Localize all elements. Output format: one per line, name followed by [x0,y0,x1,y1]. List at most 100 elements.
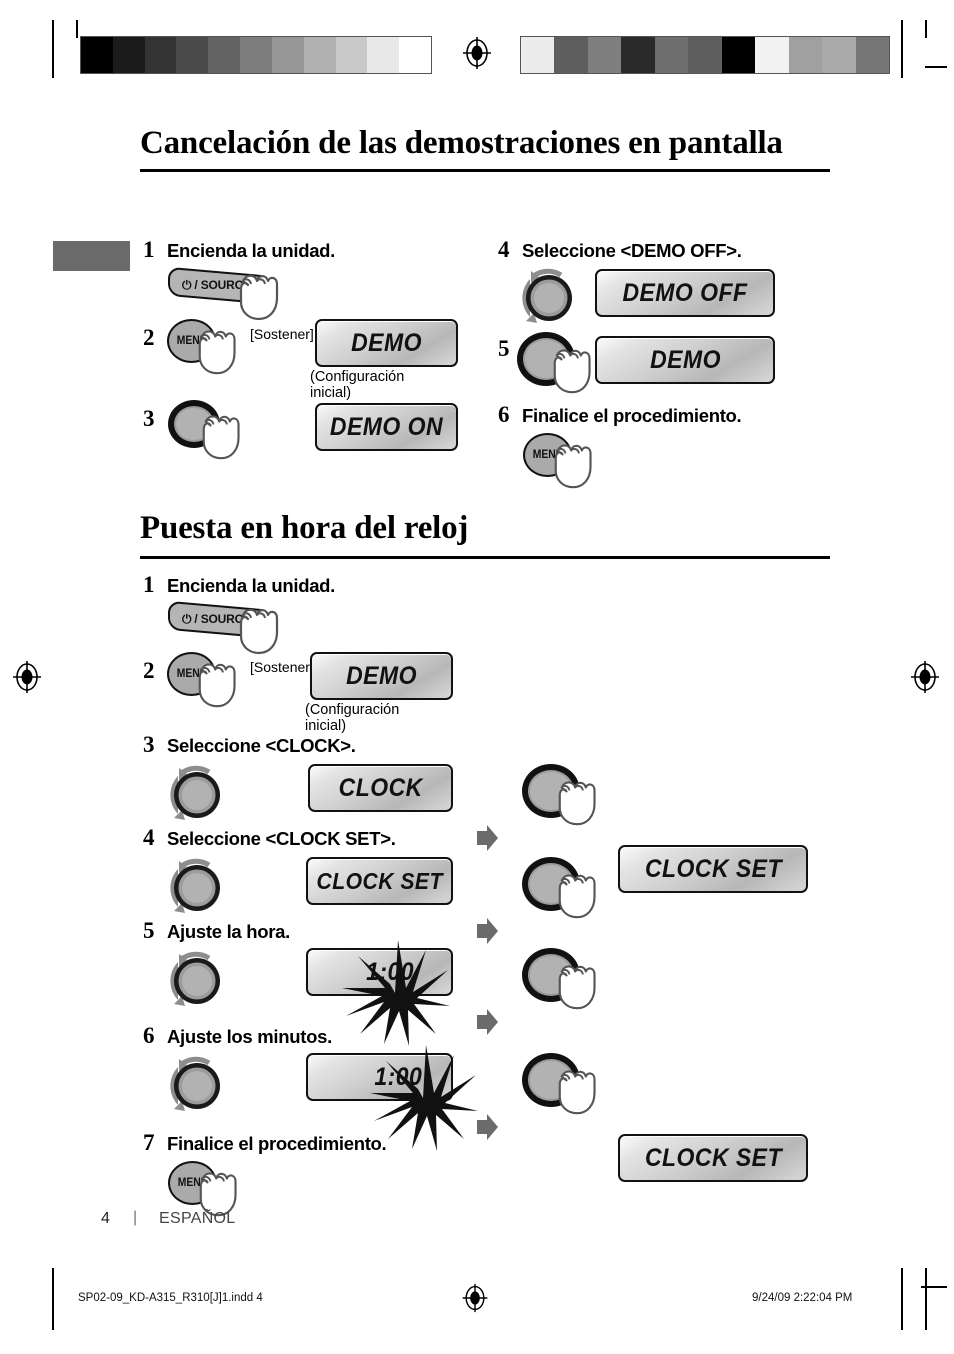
gray-swatch [587,37,622,73]
display-panel: CLOCK SET [306,857,453,905]
gray-swatch [367,37,400,73]
step-number: 5 [498,336,510,361]
section-thumb-tab [53,241,130,271]
gray-swatch [822,37,856,73]
registration-target-icon-bottom [462,1283,488,1313]
gray-swatch [176,37,209,73]
flow-arrow-right-icon [477,918,498,944]
footer-separator: | [133,1209,138,1226]
hold-hint-label: [Sostener] [250,659,314,675]
gray-swatch [399,37,431,73]
crop-mark-tr-v2 [925,20,927,38]
display-note: (Configuración inicial) [305,702,400,734]
gray-swatch [721,37,756,73]
step-instruction: Finalice el procedimiento. [167,1133,387,1154]
menu-button[interactable]: MENU [523,433,572,477]
crop-mark-br-v [901,1268,903,1330]
crop-mark-br-h [921,1286,947,1288]
display-text: CLOCK [338,773,423,802]
display-panel: DEMO [315,319,458,367]
rotary-knob-press[interactable] [522,764,580,818]
clock-step-5: 5 Ajuste la hora. 1:00 [140,918,596,1046]
menu-button-label: MENU [177,1177,208,1189]
display-panel: DEMO [595,336,775,384]
language-label: ESPAÑOL [159,1210,236,1227]
step-instruction: Seleccione <DEMO OFF>. [522,240,742,261]
display-panel: DEMO ON [315,403,458,451]
menu-button-label: MENU [532,449,563,461]
rotary-knob-press[interactable] [522,857,580,911]
step-instruction: Ajuste la hora. [167,921,290,942]
gray-swatch [81,37,113,73]
menu-button[interactable]: MENU [167,319,216,363]
display-panel: 1:00 [306,1053,453,1101]
rotary-knob-rotate[interactable] [165,764,227,826]
source-button-label: ⏻ / SOURCE [181,612,251,626]
display-note: (Configuración inicial) [310,369,405,401]
crop-mark-bl-v [52,1268,54,1330]
crop-mark-br-v2 [925,1268,927,1330]
gray-swatch [240,37,272,73]
section-rule-demo [140,168,830,172]
crop-mark-tr-h [925,66,947,68]
crop-mark-tl-v [52,20,54,78]
imprint-filename: SP02-09_KD-A315_R310[J]1.indd 4 [78,1292,263,1304]
step-number: 4 [498,237,510,262]
rotary-knob-press[interactable] [168,400,220,448]
demo-step-3: 3 DEMO ON [140,400,458,460]
menu-button-label: MENU [176,335,207,347]
display-text: CLOCK SET [316,867,443,894]
gray-swatch [335,37,368,73]
rotary-knob-rotate[interactable] [517,267,579,329]
display-text: DEMO ON [329,412,444,441]
source-button-label: ⏻ / SOURCE [181,278,251,292]
display-text: 1:00 [374,1062,423,1091]
display-panel: CLOCK SET [618,845,808,893]
rotary-knob-rotate[interactable] [165,857,227,919]
source-button[interactable]: ⏻ / SOURCE [168,266,264,305]
gray-swatch [144,37,177,73]
step-instruction: Seleccione <CLOCK SET>. [167,828,396,849]
step-number: 1 [143,572,155,597]
step-instruction: Seleccione <CLOCK>. [167,735,356,756]
display-text: DEMO [649,345,721,374]
flow-arrow-right-icon [477,1009,498,1035]
display-text: DEMO [351,328,422,357]
gray-swatch [271,37,304,73]
hold-hint-label: [Sostener] [250,326,314,342]
registration-target-icon-right [911,661,939,693]
step-number: 6 [498,402,510,427]
flow-arrow-right-icon [477,825,498,851]
step-instruction: Encienda la unidad. [167,240,336,261]
gray-swatch [621,37,655,73]
gray-swatch [688,37,722,73]
source-button[interactable]: ⏻ / SOURCE [168,600,264,639]
gray-swatch [521,37,555,73]
page-number: 4 [101,1210,110,1227]
display-text: DEMO [346,661,417,690]
gray-swatch [112,37,145,73]
gray-swatch [788,37,823,73]
step-number: 7 [143,1130,155,1155]
rotary-knob-rotate[interactable] [165,1055,227,1117]
step-number: 3 [143,406,155,431]
section-rule-clock [140,555,830,559]
display-panel: DEMO OFF [595,269,775,317]
rotary-knob-rotate[interactable] [165,950,227,1012]
display-text: CLOCK SET [644,854,782,883]
menu-button[interactable]: MENU [168,1161,217,1205]
demo-step-2: 2 MENU [Sostener] DEMO (Configuración in… [140,319,458,401]
step-instruction: Ajuste los minutos. [167,1026,332,1047]
display-text: CLOCK SET [644,1143,782,1172]
rotary-knob-press[interactable] [522,948,580,1002]
page-content: Cancelación de las demostraciones en pan… [140,125,830,1217]
display-panel: 1:00 [306,948,453,996]
rotary-knob-press[interactable] [522,1053,580,1107]
menu-button[interactable]: MENU [167,652,216,696]
rotary-knob-press[interactable] [517,332,575,386]
step-instruction: Encienda la unidad. [167,575,336,596]
demo-step-4: 4 Seleccione <DEMO OFF>. DEMO OFF [495,237,775,323]
section-title-demo: Cancelación de las demostraciones en pan… [140,125,783,161]
gray-swatch [208,37,241,73]
section-title-clock: Puesta en hora del reloj [140,510,469,546]
